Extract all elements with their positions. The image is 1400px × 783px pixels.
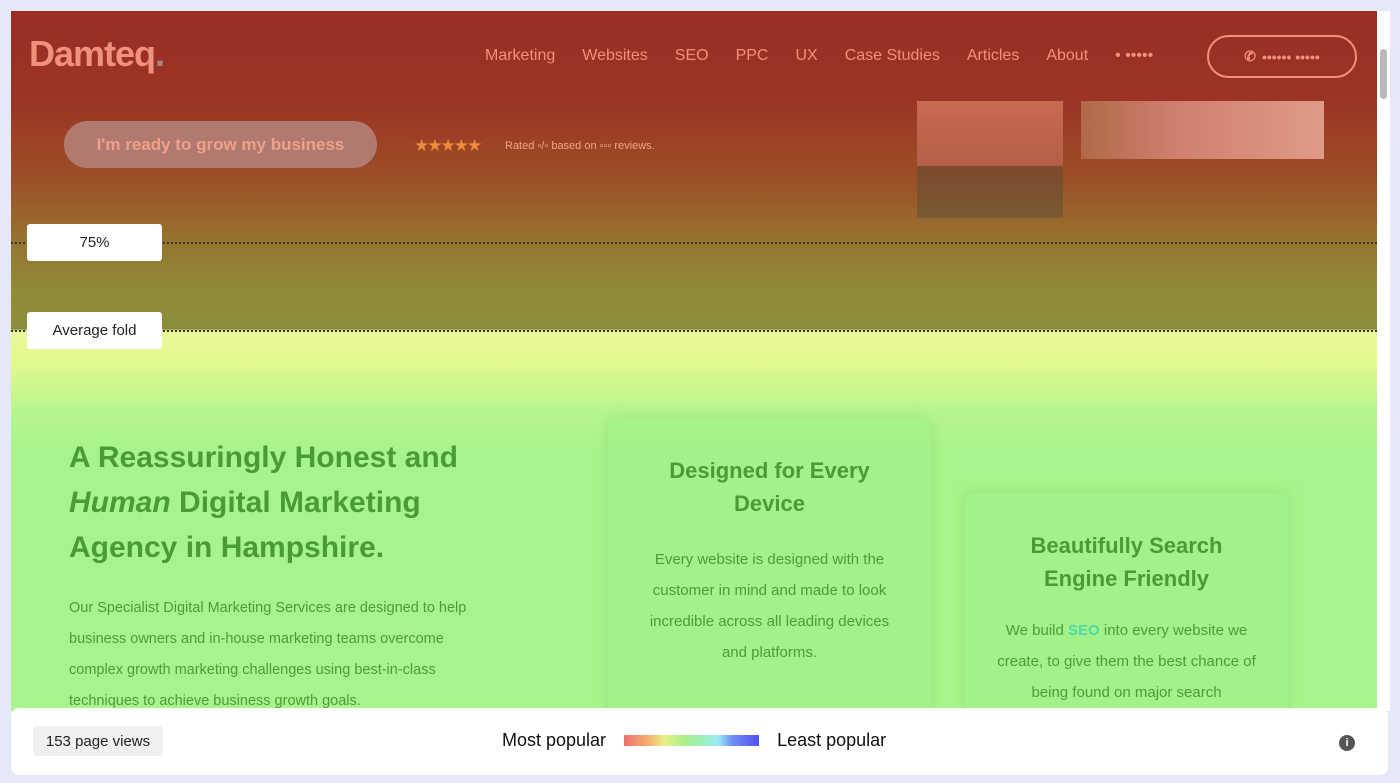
heatmap-page-view: Damteq. Marketing Websites SEO PPC UX Ca… (11, 11, 1377, 711)
office-photo (1081, 101, 1324, 159)
site-logo[interactable]: Damteq. (29, 33, 165, 75)
nav-ppc[interactable]: PPC (736, 47, 769, 65)
views-label: page views (75, 732, 151, 750)
heatmap-footer: 153 page views Most popular Least popula… (11, 708, 1388, 775)
nav-websites[interactable]: Websites (582, 47, 648, 65)
card-title: Beautifully Search Engine Friendly (1030, 533, 1223, 591)
nav-masked[interactable]: • ••••• (1115, 47, 1153, 65)
star-rating-icon: ★★★★★ (414, 136, 482, 155)
card-text: Every website is designed with the custo… (649, 551, 890, 661)
fold-line-75 (11, 242, 1377, 244)
card-text-start: We build (1005, 622, 1068, 639)
card-title: Designed for Every Device (669, 458, 870, 516)
fold-label-average: Average fold (27, 312, 162, 349)
fold-label-75: 75% (27, 224, 162, 261)
legend-most-popular: Most popular (502, 730, 607, 750)
team-photo (917, 101, 1063, 218)
scrollbar[interactable] (1377, 11, 1390, 711)
feature-card-seo: Beautifully Search Engine Friendly We bu… (965, 493, 1288, 711)
rating-text: Rated ▫/▫ based on ▫▫▫ reviews. (505, 140, 655, 152)
nav-seo[interactable]: SEO (675, 47, 709, 65)
seo-link[interactable]: SEO (1068, 622, 1100, 639)
logo-dot: . (155, 33, 165, 74)
headline-part1: A Reassuringly Honest and (69, 441, 458, 474)
legend-color-scale (624, 735, 760, 746)
nav-marketing[interactable]: Marketing (485, 47, 555, 65)
headline-italic: Human (69, 486, 171, 519)
fold-line-average (11, 330, 1377, 332)
card-text: We build SEO into every website we creat… (995, 615, 1258, 708)
page-views-badge: 153 page views (33, 726, 163, 756)
popularity-legend: Most popular Least popular (502, 730, 886, 751)
info-icon[interactable]: i (1339, 735, 1355, 751)
nav-ux[interactable]: UX (795, 47, 817, 65)
legend-least-popular: Least popular (777, 730, 887, 750)
nav-about[interactable]: About (1046, 47, 1088, 65)
views-count: 153 (45, 732, 71, 750)
logo-text: Damteq (29, 33, 156, 74)
phone-button[interactable]: ✆ •••••• ••••• (1207, 35, 1357, 78)
phone-label: •••••• ••••• (1261, 48, 1320, 65)
intro-text: Our Specialist Digital Marketing Service… (69, 600, 467, 709)
nav-case-studies[interactable]: Case Studies (845, 47, 940, 65)
feature-card-devices: Designed for Every Device Every website … (608, 418, 931, 711)
page-headline: A Reassuringly Honest and Human Digital … (69, 435, 509, 570)
scrollbar-thumb[interactable] (1380, 49, 1387, 99)
main-nav: Marketing Websites SEO PPC UX Case Studi… (485, 47, 1153, 65)
phone-icon: ✆ (1244, 48, 1256, 64)
grow-business-button[interactable]: I'm ready to grow my business (64, 121, 377, 168)
nav-articles[interactable]: Articles (967, 47, 1019, 65)
